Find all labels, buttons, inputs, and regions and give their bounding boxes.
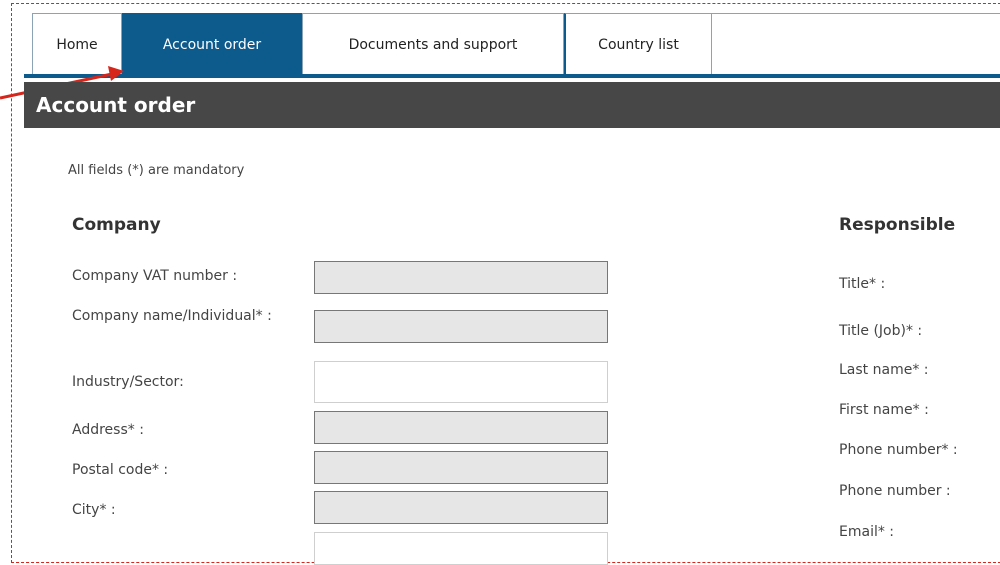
first-name-label: First name* :: [839, 402, 929, 418]
postal-code-input[interactable]: [314, 451, 608, 484]
mandatory-note: All fields (*) are mandatory: [68, 163, 245, 178]
tab-country-list[interactable]: Country list: [564, 13, 712, 75]
city-label: City* :: [72, 502, 116, 518]
title-label: Title* :: [839, 276, 886, 292]
company-name-input[interactable]: [314, 310, 608, 343]
company-heading: Company: [72, 215, 161, 235]
postal-code-label: Postal code* :: [72, 462, 169, 478]
vat-number-label: Company VAT number :: [72, 268, 238, 284]
page-title: Account order: [24, 82, 1000, 128]
phone-number-required-label: Phone number* :: [839, 442, 958, 458]
tab-documents-and-support[interactable]: Documents and support: [302, 13, 564, 75]
industry-input[interactable]: [314, 361, 608, 403]
job-title-label: Title (Job)* :: [839, 323, 923, 339]
next-field-input[interactable]: [314, 532, 608, 565]
email-label: Email* :: [839, 524, 895, 540]
tab-underline: [24, 74, 1000, 78]
phone-number-label: Phone number :: [839, 483, 951, 499]
industry-label: Industry/Sector:: [72, 374, 184, 390]
address-input[interactable]: [314, 411, 608, 444]
tab-bar-empty-area: [712, 13, 1000, 75]
tab-account-order[interactable]: Account order: [122, 13, 302, 75]
address-label: Address* :: [72, 422, 144, 438]
vat-number-input[interactable]: [314, 261, 608, 294]
company-name-label: Company name/Individual* :: [72, 308, 272, 324]
tab-bar: Home Account order Documents and support…: [24, 13, 1000, 75]
city-input[interactable]: [314, 491, 608, 524]
responsible-heading: Responsible: [839, 215, 956, 235]
last-name-label: Last name* :: [839, 362, 929, 378]
